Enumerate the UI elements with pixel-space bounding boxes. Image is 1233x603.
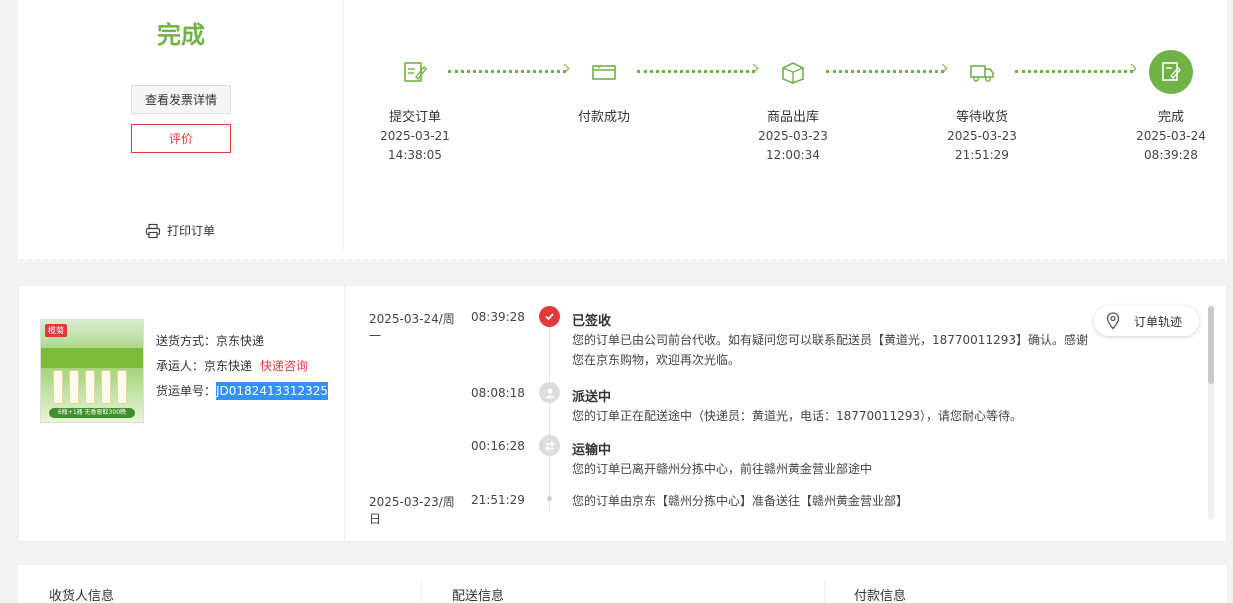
step-name: 等待收货 — [955, 110, 1008, 125]
svg-text:¥: ¥ — [597, 64, 601, 71]
step-date: 2025-03-21 — [380, 129, 450, 143]
step-name: 完成 — [1157, 110, 1184, 125]
event-text: 您的订单由京东【赣州分拣中心】准备送往【赣州黄金营业部】 — [572, 494, 909, 508]
event-time: 08:08:18 — [471, 386, 525, 400]
carrier-row: 承运人：京东快递 快递咨询 — [156, 354, 328, 379]
event-date: 2025-03-24/周一 — [369, 312, 455, 343]
event-time: 00:16:28 — [471, 439, 525, 453]
product-thumbnail[interactable]: 榄菊 6瓶+1器 无香驱蚊300晚 — [40, 319, 144, 423]
order-status-card: 完成 查看发票详情 评价 打印订单 提交订单 2025-03-21 14:38:… — [18, 0, 1227, 265]
edit-order-icon — [393, 50, 437, 94]
step-date: 2025-03-24 — [1136, 129, 1206, 143]
printer-icon — [145, 223, 161, 238]
product-image-caption: 6瓶+1器 无香驱蚊300晚 — [49, 408, 135, 418]
step-time: 21:51:29 — [955, 148, 1009, 162]
event-title: 运输中 — [572, 443, 612, 458]
step-submit-order: 提交订单 2025-03-21 14:38:05 — [355, 50, 475, 163]
tracking-number[interactable]: JD0182413312325 — [216, 382, 329, 400]
divider — [421, 581, 422, 603]
step-goods-shipped: 商品出库 2025-03-23 12:00:34 — [733, 50, 853, 163]
delivery-info-heading: 配送信息 — [452, 589, 505, 603]
product-bottle — [117, 370, 127, 404]
package-icon — [771, 50, 815, 94]
check-icon — [539, 306, 560, 327]
order-info-card: 收货人信息 配送信息 付款信息 — [18, 565, 1227, 603]
step-time: 08:39:28 — [1144, 148, 1198, 162]
timeline-dot — [547, 496, 552, 501]
order-status-title: 完成 — [157, 21, 205, 49]
step-name: 付款成功 — [577, 110, 630, 125]
order-track-label: 订单轨迹 — [1134, 314, 1183, 329]
print-order-label: 打印订单 — [167, 224, 216, 238]
product-bottle — [69, 370, 79, 404]
event-text: 您的订单已由公司前台代收。如有疑问您可以联系配送员【黄道光，1877001129… — [572, 333, 1088, 367]
step-name: 提交订单 — [388, 110, 441, 125]
order-track-button[interactable]: 订单轨迹 — [1094, 306, 1199, 336]
product-column: 榄菊 6瓶+1器 无香驱蚊300晚 送货方式：京东快递 承运人：京东快递 快递咨询… — [19, 286, 345, 543]
step-time: 14:38:05 — [388, 148, 442, 162]
status-column: 完成 查看发票详情 评价 打印订单 — [18, 0, 344, 250]
step-name: 商品出库 — [766, 110, 819, 125]
courier-icon — [539, 382, 560, 403]
product-bottle — [101, 370, 111, 404]
product-bottle — [53, 370, 63, 404]
timeline-line — [549, 306, 550, 511]
event-text: 您的订单正在配送途中（快递员：黄道光，电话：18770011293），请您耐心等… — [572, 409, 1022, 423]
logistics-card: 榄菊 6瓶+1器 无香驱蚊300晚 送货方式：京东快递 承运人：京东快递 快递咨询… — [18, 285, 1227, 543]
done-icon — [1149, 50, 1193, 94]
step-completed: 完成 2025-03-24 08:39:28 — [1111, 50, 1231, 163]
shipping-info: 送货方式：京东快递 承运人：京东快递 快递咨询 货运单号：JD0182413312… — [156, 329, 329, 404]
scrollbar-thumb[interactable] — [1208, 306, 1214, 384]
step-time: 12:00:34 — [766, 148, 820, 162]
courier-consult-link[interactable]: 快递咨询 — [260, 359, 308, 373]
event-time: 08:39:28 — [471, 310, 525, 324]
view-invoice-button[interactable]: 查看发票详情 — [131, 85, 231, 114]
event-title: 派送中 — [572, 390, 612, 405]
event-date: 2025-03-23/周日 — [369, 495, 455, 526]
event-time: 21:51:29 — [471, 493, 525, 507]
shipping-method: 送货方式：京东快递 — [156, 334, 265, 348]
truck-icon — [960, 50, 1004, 94]
review-button[interactable]: 评价 — [131, 124, 231, 153]
transit-icon — [539, 435, 560, 456]
payment-info-heading: 付款信息 — [854, 589, 907, 603]
product-band — [41, 348, 143, 368]
step-date: 2025-03-23 — [947, 129, 1017, 143]
step-payment-success: ¥ 付款成功 — [544, 50, 664, 125]
step-awaiting-delivery: 等待收货 2025-03-23 21:51:29 — [922, 50, 1042, 163]
event-text: 您的订单已离开赣州分拣中心，前往赣州黄金营业部途中 — [572, 462, 873, 476]
product-brand-label: 榄菊 — [45, 324, 67, 337]
divider — [824, 581, 825, 603]
receiver-info-heading: 收货人信息 — [49, 589, 115, 603]
timeline-scrollbar[interactable] — [1208, 306, 1214, 520]
carrier-label: 承运人：京东快递 — [156, 359, 253, 373]
product-bottle — [85, 370, 95, 404]
tracking-number-row: 货运单号：JD0182413312325 — [156, 379, 329, 404]
print-order-link[interactable]: 打印订单 — [145, 222, 215, 239]
location-pin-icon — [1106, 312, 1120, 330]
order-progress-steps: 提交订单 2025-03-21 14:38:05 ¥ 付款成功 商品出库 202… — [358, 50, 1218, 180]
payment-icon: ¥ — [582, 50, 626, 94]
tracking-label: 货运单号： — [156, 384, 217, 398]
step-date: 2025-03-23 — [758, 129, 828, 143]
event-title: 已签收 — [572, 314, 612, 329]
tracking-timeline[interactable]: 2025-03-24/周一 08:39:28 已签收 您的订单已由公司前台代收。… — [369, 306, 1199, 526]
